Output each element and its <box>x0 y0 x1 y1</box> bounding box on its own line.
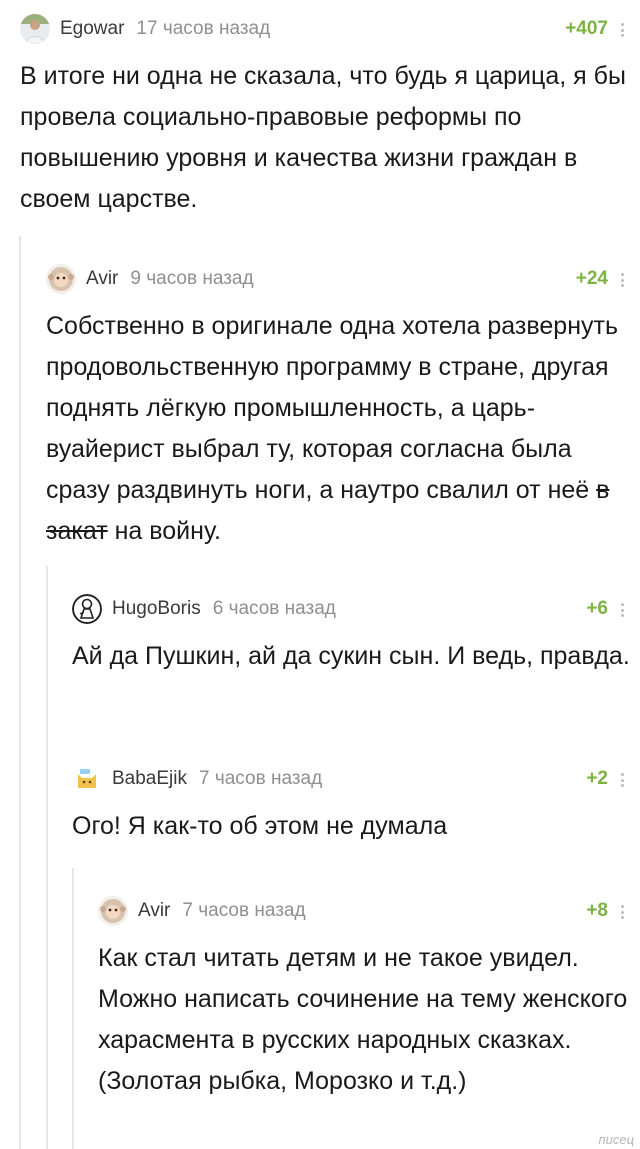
thread-branch-line <box>19 236 21 1149</box>
thread-branch-line <box>46 566 48 1149</box>
comment-timestamp[interactable]: 9 часов назад <box>130 268 253 290</box>
comment-rating: +407 <box>565 18 608 39</box>
more-options-icon[interactable] <box>616 20 628 40</box>
comment-author[interactable]: HugoBoris <box>112 598 201 620</box>
comment-timestamp[interactable]: 7 часов назад <box>199 768 322 790</box>
more-options-icon[interactable] <box>616 902 628 922</box>
comment-text-part: Собственно в оригинале одна хотела разве… <box>46 312 618 504</box>
comment-text-part: на войну. <box>107 517 221 545</box>
comment-author[interactable]: BabaEjik <box>112 768 187 790</box>
comment: BabaEjik 7 часов назад +2 Ого! Я как-то … <box>72 762 630 847</box>
comment-rating: +8 <box>586 900 608 921</box>
comment-timestamp[interactable]: 17 часов назад <box>136 18 270 40</box>
thread-branch-line <box>72 868 74 1149</box>
cat-avatar[interactable] <box>72 764 102 794</box>
comment-header: HugoBoris 6 часов назад <box>72 592 630 626</box>
user-photo-avatar[interactable] <box>20 14 50 44</box>
more-options-icon[interactable] <box>616 600 628 620</box>
comment-rating: +2 <box>586 768 608 789</box>
comment-timestamp[interactable]: 6 часов назад <box>213 598 336 620</box>
comment-author[interactable]: Avir <box>86 268 118 290</box>
comment-rating: +6 <box>586 598 608 619</box>
comment-text: Собственно в оригинале одна хотела разве… <box>46 306 630 552</box>
comment-header: Egowar 17 часов назад <box>20 12 630 46</box>
comment: Avir 7 часов назад +8 Как стал читать де… <box>98 894 630 1102</box>
watermark: писец <box>598 1132 634 1147</box>
comment-author[interactable]: Egowar <box>60 18 124 40</box>
comment-rating: +24 <box>575 268 608 289</box>
comment-text: В итоге ни одна не сказала, что будь я ц… <box>20 62 626 213</box>
monkey-avatar[interactable] <box>98 896 128 926</box>
comment-text: Ого! Я как-то об этом не думала <box>72 812 448 840</box>
comment: Avir 9 часов назад +24 Собственно в ориг… <box>46 262 630 552</box>
comment-header: Avir 9 часов назад <box>46 262 630 296</box>
astronaut-avatar[interactable] <box>72 594 102 624</box>
comment-author[interactable]: Avir <box>138 900 170 922</box>
monkey-avatar[interactable] <box>46 264 76 294</box>
comment: Egowar 17 часов назад +407 В итоге ни од… <box>20 12 630 220</box>
comment-text: Как стал читать детям и не такое увидел.… <box>98 944 628 1095</box>
comment: HugoBoris 6 часов назад +6 Ай да Пушкин,… <box>72 592 630 677</box>
comment-timestamp[interactable]: 7 часов назад <box>182 900 305 922</box>
more-options-icon[interactable] <box>616 770 628 790</box>
more-options-icon[interactable] <box>616 270 628 290</box>
comment-text: Ай да Пушкин, ай да сукин сын. И ведь, п… <box>72 642 630 670</box>
comment-header: Avir 7 часов назад <box>98 894 630 928</box>
comment-header: BabaEjik 7 часов назад <box>72 762 630 796</box>
